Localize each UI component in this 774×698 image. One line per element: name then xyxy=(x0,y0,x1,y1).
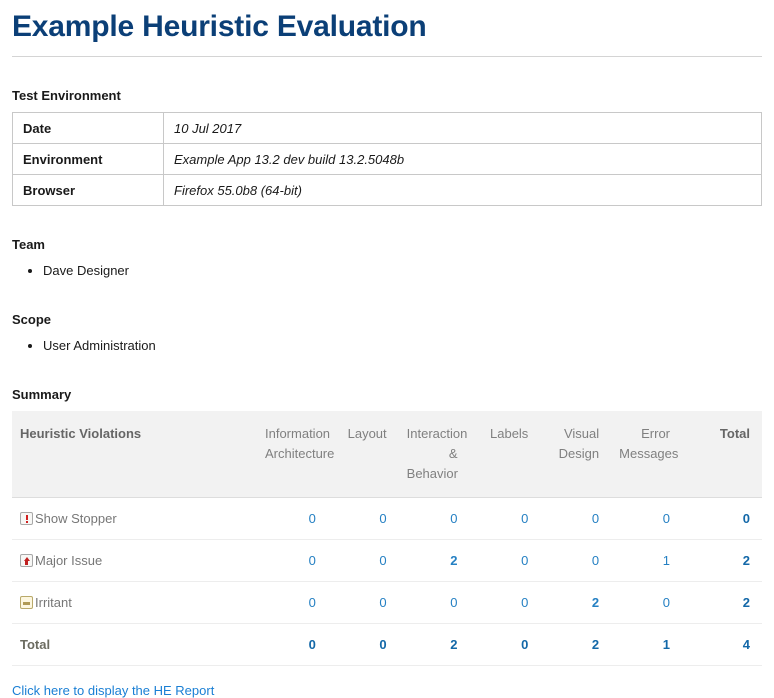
test-environment-table: Date 10 Jul 2017 Environment Example App… xyxy=(12,112,762,206)
cell-interaction-behavior: 0 xyxy=(400,581,472,624)
table-row: Show Stopper 0 0 0 0 0 0 0 xyxy=(12,497,762,540)
list-item: User Administration xyxy=(43,336,762,356)
table-row-total: Total 0 0 2 0 2 1 4 xyxy=(12,623,762,666)
cell-labels: 0 xyxy=(471,581,543,624)
table-row: Irritant 0 0 0 0 2 0 2 xyxy=(12,581,762,624)
table-row: Date 10 Jul 2017 xyxy=(12,112,762,144)
column-header-visual-design: Visual Design xyxy=(542,411,614,498)
total-interaction-behavior: 2 xyxy=(400,623,472,666)
severity-cell-irritant: Irritant xyxy=(12,581,259,624)
he-report-link[interactable]: Click here to display the HE Report xyxy=(12,683,214,698)
section-heading-scope: Scope xyxy=(12,312,52,327)
scope-list: User Administration xyxy=(12,336,762,356)
total-visual-design: 2 xyxy=(542,623,614,666)
column-header-total: Total xyxy=(684,411,762,498)
cell-error-messages: 1 xyxy=(613,539,684,582)
cell-information-architecture: 0 xyxy=(259,539,330,582)
table-row: Environment Example App 13.2 dev build 1… xyxy=(12,143,762,175)
major-issue-icon xyxy=(20,554,33,567)
total-row-label: Total xyxy=(12,623,259,666)
cell-layout: 0 xyxy=(329,539,401,582)
section-heading-team: Team xyxy=(12,237,45,252)
cell-information-architecture: 0 xyxy=(259,581,330,624)
column-header-heuristic-violations: Heuristic Violations xyxy=(12,411,259,498)
cell-error-messages: 0 xyxy=(613,581,684,624)
column-header-error-messages: Error Messages xyxy=(613,411,684,498)
cell-error-messages: 0 xyxy=(613,497,684,540)
severity-label: Show Stopper xyxy=(35,511,117,526)
severity-cell-show-stopper: Show Stopper xyxy=(12,497,259,540)
column-header-information-architecture: Information Architecture xyxy=(259,411,334,498)
severity-cell-major-issue: Major Issue xyxy=(12,539,259,582)
cell-interaction-behavior: 2 xyxy=(400,539,472,582)
column-header-layout: Layout xyxy=(329,411,401,498)
env-value-environment: Example App 13.2 dev build 13.2.5048b xyxy=(163,143,762,175)
cell-visual-design: 0 xyxy=(542,539,614,582)
severity-label: Major Issue xyxy=(35,553,103,568)
table-header-row: Heuristic Violations Information Archite… xyxy=(12,411,762,498)
env-value-browser: Firefox 55.0b8 (64-bit) xyxy=(163,174,762,206)
env-key-browser: Browser xyxy=(12,174,164,206)
env-key-environment: Environment xyxy=(12,143,164,175)
section-heading-summary: Summary xyxy=(12,387,72,402)
team-list: Dave Designer xyxy=(12,261,762,281)
table-row: Browser Firefox 55.0b8 (64-bit) xyxy=(12,174,762,206)
title-divider xyxy=(12,56,762,57)
cell-layout: 0 xyxy=(329,497,401,540)
page-title: Example Heuristic Evaluation xyxy=(12,10,427,43)
severity-label: Irritant xyxy=(35,595,72,610)
env-value-date: 10 Jul 2017 xyxy=(163,112,762,144)
cell-interaction-behavior: 0 xyxy=(400,497,472,540)
total-error-messages: 1 xyxy=(613,623,684,666)
total-information-architecture: 0 xyxy=(259,623,330,666)
column-header-labels: Labels xyxy=(471,411,543,498)
show-stopper-icon xyxy=(20,512,33,525)
cell-visual-design: 0 xyxy=(542,497,614,540)
cell-labels: 0 xyxy=(471,539,543,582)
total-labels: 0 xyxy=(471,623,543,666)
total-layout: 0 xyxy=(329,623,401,666)
total-grand: 4 xyxy=(684,623,762,666)
cell-visual-design: 2 xyxy=(542,581,614,624)
document-page: Example Heuristic Evaluation Test Enviro… xyxy=(0,8,774,698)
irritant-icon xyxy=(20,596,33,609)
cell-total: 0 xyxy=(684,497,762,540)
cell-total: 2 xyxy=(684,581,762,624)
env-key-date: Date xyxy=(12,112,164,144)
cell-layout: 0 xyxy=(329,581,401,624)
cell-total: 2 xyxy=(684,539,762,582)
table-row: Major Issue 0 0 2 0 0 1 2 xyxy=(12,539,762,582)
cell-labels: 0 xyxy=(471,497,543,540)
column-header-interaction-behavior: Interaction & Behavior xyxy=(400,411,472,498)
cell-information-architecture: 0 xyxy=(259,497,330,540)
section-heading-test-environment: Test Environment xyxy=(12,88,121,103)
summary-table: Heuristic Violations Information Archite… xyxy=(12,411,762,666)
list-item: Dave Designer xyxy=(43,261,762,281)
